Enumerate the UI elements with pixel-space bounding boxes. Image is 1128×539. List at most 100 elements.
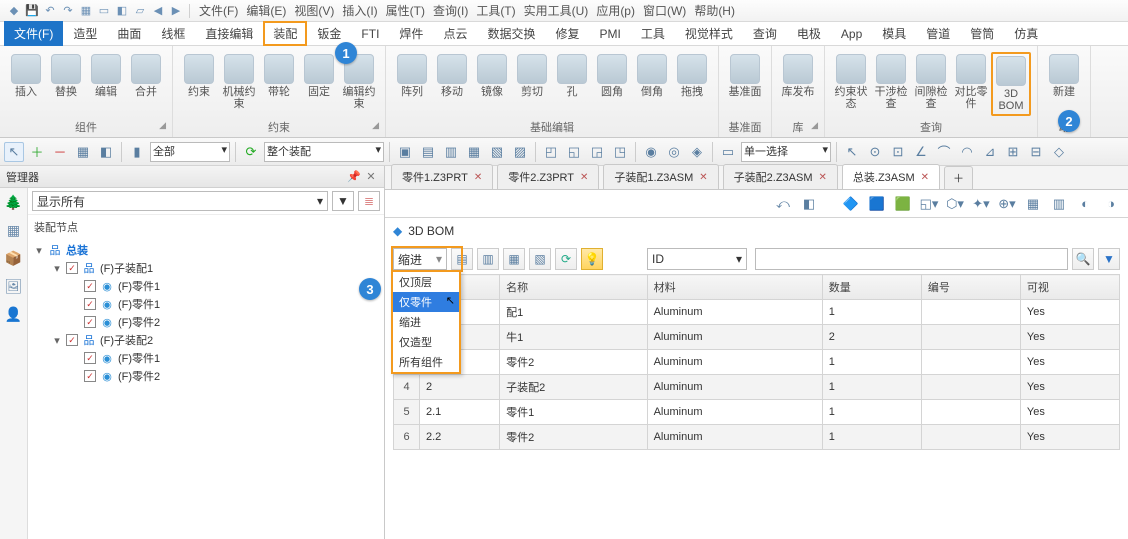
ribbon-button[interactable]: 新建 (1044, 52, 1084, 100)
vt-8-icon[interactable]: ✦▾ (970, 194, 992, 214)
tb-grid-icon[interactable]: ▦ (73, 142, 93, 162)
table-header[interactable]: 可视 (1020, 275, 1119, 300)
qa-iso-icon[interactable]: ◧ (114, 3, 130, 19)
ribbon-button[interactable]: 间隙检查 (911, 52, 951, 112)
bom-search-icon[interactable]: 🔍 (1072, 248, 1094, 270)
table-row[interactable]: 52.1零件1Aluminum1Yes (394, 400, 1120, 425)
ribbon-button[interactable]: 插入 (6, 52, 46, 100)
ribbon-button[interactable]: 约束 (179, 52, 219, 100)
bom-filter-icon[interactable]: ▼ (1098, 248, 1120, 270)
ribbon-tab[interactable]: 线框 (151, 21, 195, 46)
ribbon-tab[interactable]: 曲面 (107, 21, 151, 46)
menu-item[interactable]: 视图(V) (290, 4, 338, 18)
qa-save-icon[interactable]: 💾 (24, 3, 40, 19)
tb-combo-all[interactable]: 全部▾ (150, 142, 230, 162)
vt-7-icon[interactable]: ⬡▾ (944, 194, 966, 214)
bom-bulb-icon[interactable]: 💡 (581, 248, 603, 270)
table-header[interactable]: 编号 (921, 275, 1020, 300)
vt-6-icon[interactable]: ◱▾ (918, 194, 940, 214)
dropdown-option[interactable]: 仅造型 (393, 332, 459, 352)
bom-b3-icon[interactable]: ▦ (503, 248, 525, 270)
menu-item[interactable]: 属性(T) (382, 4, 429, 18)
ribbon-tab[interactable]: 数据交换 (477, 21, 545, 46)
tb-i11-icon[interactable]: ◉ (641, 142, 661, 162)
qa-front-icon[interactable]: ▭ (96, 3, 112, 19)
tree-node[interactable]: ◉(F)零件1 (28, 295, 384, 313)
ribbon-button[interactable]: 机械约束 (219, 52, 259, 112)
ribbon-tab[interactable]: 修复 (545, 21, 589, 46)
bom-id-combo[interactable]: ID▾ (647, 248, 747, 270)
dropdown-option[interactable]: 缩进 (393, 312, 459, 332)
tb-s10-icon[interactable]: ◇ (1049, 142, 1069, 162)
ribbon-button[interactable]: 移动 (432, 52, 472, 100)
ribbon-button[interactable]: 库发布 (778, 52, 818, 100)
bom-table[interactable]: 名称材料数量编号可视配1Aluminum1Yes牛1Aluminum2Yes31… (393, 274, 1120, 450)
ribbon-button[interactable]: 替换 (46, 52, 86, 100)
tb-i4-icon[interactable]: ▦ (464, 142, 484, 162)
ribbon-tab[interactable]: 仿真 (1004, 21, 1048, 46)
vt-11-icon[interactable]: ▥ (1048, 194, 1070, 214)
side-part-icon[interactable]: ▦ (4, 220, 24, 240)
menu-item[interactable]: 文件(F) (195, 4, 242, 18)
menu-item[interactable]: 实用工具(U) (520, 4, 593, 18)
ribbon-button[interactable]: 孔 (552, 52, 592, 100)
side-box-icon[interactable]: 📦 (4, 248, 24, 268)
tb-add-icon[interactable]: ＋ (27, 142, 47, 162)
tb-i6-icon[interactable]: ▨ (510, 142, 530, 162)
ribbon-tab[interactable]: 焊件 (389, 21, 433, 46)
vt-2-icon[interactable]: ◧ (798, 194, 820, 214)
tb-i5-icon[interactable]: ▧ (487, 142, 507, 162)
ribbon-tab[interactable]: FTI (351, 23, 389, 45)
tb-s8-icon[interactable]: ⊞ (1003, 142, 1023, 162)
tb-i3-icon[interactable]: ▥ (441, 142, 461, 162)
new-tab-button[interactable]: ＋ (944, 166, 973, 189)
qa-redo-icon[interactable]: ↷ (60, 3, 76, 19)
tb-i12-icon[interactable]: ◎ (664, 142, 684, 162)
menu-item[interactable]: 应用(p) (592, 4, 639, 18)
tb-cube-icon[interactable]: ◧ (96, 142, 116, 162)
tb-i8-icon[interactable]: ◱ (564, 142, 584, 162)
ribbon-button[interactable]: 对比零件 (951, 52, 991, 112)
mgr-close-icon[interactable]: ✕ (364, 170, 378, 183)
table-row[interactable]: 42子装配2Aluminum1Yes (394, 375, 1120, 400)
tree-node[interactable]: ▾品(F)子装配2 (28, 331, 384, 349)
ribbon-button[interactable]: 带轮 (259, 52, 299, 100)
tb-combo-select[interactable]: 单一选择▾ (741, 142, 831, 162)
bom-indent-dropdown[interactable]: 仅顶层仅零件↖缩进仅造型所有组件 (391, 270, 461, 374)
vt-1-icon[interactable]: ⤺ (772, 194, 794, 214)
ribbon-button[interactable]: 约束状态 (831, 52, 871, 112)
menu-item[interactable]: 查询(I) (429, 4, 472, 18)
menu-item[interactable]: 窗口(W) (639, 4, 690, 18)
menu-item[interactable]: 编辑(E) (242, 4, 290, 18)
qa-right-icon[interactable]: ▶ (168, 3, 184, 19)
mgr-list-icon[interactable]: ≣ (358, 191, 380, 211)
ribbon-button[interactable]: 固定 (299, 52, 339, 100)
assembly-tree[interactable]: ▾品总装▾品(F)子装配1◉(F)零件1◉(F)零件1◉(F)零件2▾品(F)子… (28, 239, 384, 539)
tb-i9-icon[interactable]: ◲ (587, 142, 607, 162)
table-row[interactable]: 62.2零件2Aluminum1Yes (394, 425, 1120, 450)
vt-9-icon[interactable]: ⊕▾ (996, 194, 1018, 214)
document-tab[interactable]: 总装.Z3ASM✕ (842, 164, 940, 189)
tb-s2-icon[interactable]: ⊙ (865, 142, 885, 162)
ribbon-tab[interactable]: 文件(F) (4, 21, 63, 46)
close-icon[interactable]: ✕ (819, 172, 827, 183)
document-tab[interactable]: 零件2.Z3PRT✕ (497, 164, 599, 189)
tb-i10-icon[interactable]: ◳ (610, 142, 630, 162)
vt-3-icon[interactable]: 🔷 (840, 194, 862, 214)
table-row[interactable]: 牛1Aluminum2Yes (394, 325, 1120, 350)
ribbon-button[interactable]: 基准面 (725, 52, 765, 100)
tb-s1-icon[interactable]: ↖ (842, 142, 862, 162)
table-header[interactable]: 数量 (822, 275, 921, 300)
bom-b2-icon[interactable]: ▥ (477, 248, 499, 270)
tb-i2-icon[interactable]: ▤ (418, 142, 438, 162)
ribbon-button[interactable]: 圆角 (592, 52, 632, 100)
ribbon-button[interactable]: 镜像 (472, 52, 512, 100)
qa-undo-icon[interactable]: ↶ (42, 3, 58, 19)
ribbon-button[interactable]: 剪切 (512, 52, 552, 100)
tb-refresh-icon[interactable]: ⟳ (241, 142, 261, 162)
table-row[interactable]: 31.2零件2Aluminum1Yes (394, 350, 1120, 375)
table-row[interactable]: 配1Aluminum1Yes (394, 300, 1120, 325)
bom-refresh-icon[interactable]: ⟳ (555, 248, 577, 270)
mgr-filter-combo[interactable]: 显示所有▾ (32, 191, 328, 211)
vt-5-icon[interactable]: 🟩 (892, 194, 914, 214)
